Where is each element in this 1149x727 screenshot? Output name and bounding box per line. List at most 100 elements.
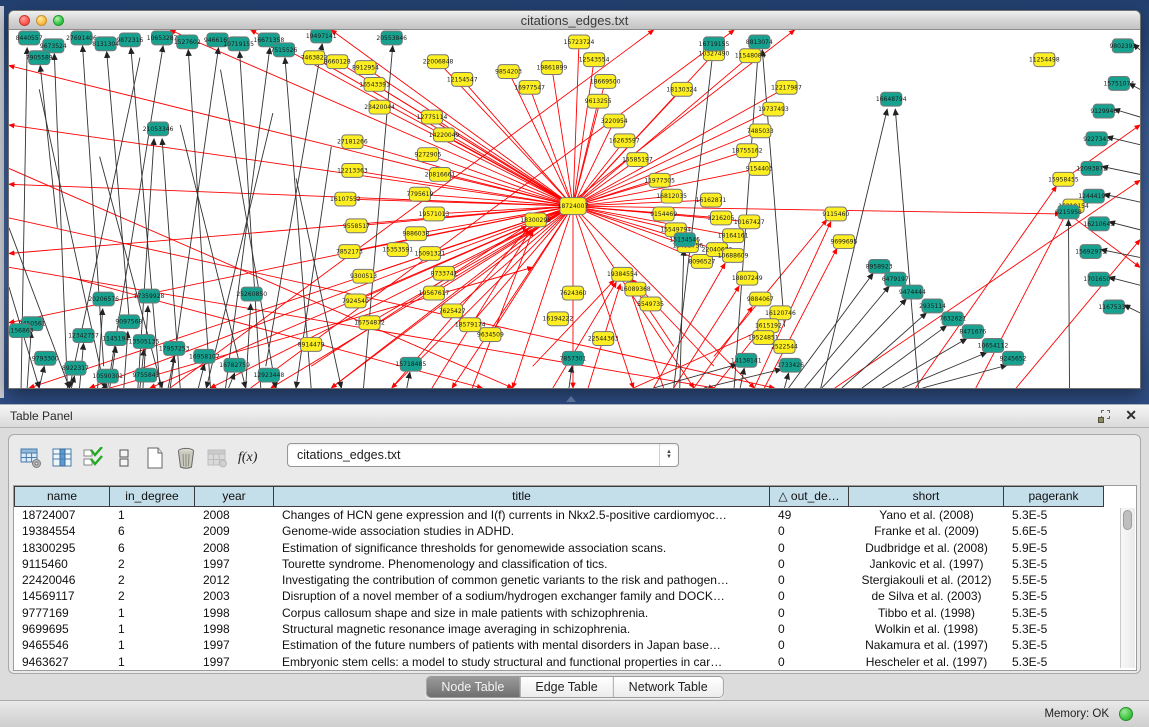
graph-node[interactable]: 9872316 [116,33,143,47]
graph-node[interactable]: 11254498 [1029,53,1060,67]
graph-node[interactable]: 12923448 [254,368,285,382]
new-document-icon[interactable] [143,446,167,470]
tab-network-table[interactable]: Network Table [613,677,723,697]
edit-column-icon[interactable] [50,446,74,470]
graph-node[interactable]: 20816661 [425,167,456,181]
graph-node[interactable]: 7857301 [560,351,587,365]
graph-node[interactable]: 16089368 [620,282,651,296]
graph-node[interactable]: 13505135 [129,335,160,349]
graph-node[interactable]: 6479197 [882,272,909,286]
tab-edge-table[interactable]: Edge Table [519,677,612,697]
graph-node[interactable]: 8215958 [1055,205,1082,219]
graph-node[interactable]: 9884067 [747,292,774,306]
close-panel-icon[interactable]: ✕ [1125,407,1137,424]
graph-node[interactable]: 1527602 [174,35,201,49]
graph-node[interactable]: 9245652 [1000,351,1027,365]
graph-node[interactable]: 12093872 [1076,162,1107,176]
graph-node[interactable]: 10167427 [734,215,765,229]
column-header-year[interactable]: year [195,486,274,507]
graph-node[interactable]: 9154403 [746,162,773,176]
float-panel-icon[interactable] [1098,410,1111,423]
graph-node[interactable]: 8922317 [62,361,89,375]
graph-node[interactable]: 12342757 [68,329,99,343]
graph-node[interactable]: 9854203 [495,65,522,79]
graph-node[interactable]: 25260850 [236,287,267,301]
graph-node[interactable]: 9558517 [343,219,370,233]
graph-node[interactable]: 15134545 [669,233,700,247]
graph-node[interactable]: 9699695 [830,235,857,249]
column-header-pagerank[interactable]: pagerank [1004,486,1104,507]
graph-node[interactable]: 16263597 [609,134,640,148]
graph-node[interactable]: 18669500 [590,75,621,89]
graph-node[interactable]: 16977547 [514,80,545,94]
graph-node[interactable]: 14220049 [429,128,460,142]
graph-node[interactable]: 7625427 [439,304,466,318]
graph-node[interactable]: 7632621 [939,312,966,326]
graph-node[interactable]: 8660128 [324,55,351,69]
table-settings-icon[interactable] [19,446,43,470]
graph-node[interactable]: 8912954 [352,61,379,75]
graph-node[interactable]: 15585197 [622,153,653,167]
table-selector-dropdown[interactable]: citations_edges.txt ▲▼ [287,443,679,467]
row-mode-icon[interactable] [112,446,136,470]
graph-node[interactable]: 7905589 [26,51,53,65]
graph-node[interactable]: 15353591 [382,243,413,257]
table-row[interactable]: 1456911722003Disruption of a novel membe… [14,588,1136,604]
graph-node[interactable]: 9613255 [585,94,612,108]
graph-node[interactable]: 27181266 [337,135,368,149]
graph-node[interactable]: 19384554 [607,267,638,281]
graph-node[interactable]: 16543391 [359,77,390,91]
graph-node[interactable]: 10590301 [92,369,123,383]
graph-node[interactable]: 3220954 [601,114,628,128]
graph-node[interactable]: 16194222 [543,312,574,326]
graph-node[interactable]: 7924540 [342,294,369,308]
graph-node[interactable]: 7624360 [560,286,587,300]
function-builder-icon[interactable]: f(x) [236,450,259,466]
graph-node[interactable]: 1145194 [102,332,129,346]
graph-node[interactable]: 9802393 [1109,39,1136,53]
graph-node[interactable]: 2522544 [771,340,798,354]
delete-trash-icon[interactable] [174,446,198,470]
graph-node[interactable]: 12217987 [771,80,802,94]
graph-node[interactable]: 9272905 [415,148,442,162]
graph-node[interactable]: 1733426 [777,358,804,372]
graph-node[interactable]: 11675334 [1098,300,1129,314]
table-row[interactable]: 946362711997Embryonic stem cells: a mode… [14,654,1136,670]
network-window[interactable]: citations_edges.txt 18724007746382286601… [8,10,1141,389]
graph-node[interactable]: 8813074 [746,35,773,49]
graph-node[interactable]: 7485033 [747,124,774,138]
graph-node[interactable]: 9793300 [32,351,59,365]
graph-node[interactable]: 17359928 [134,289,165,303]
graph-node[interactable]: 8914479 [298,338,325,352]
network-canvas[interactable]: 1872400774638228660128891295416543391234… [9,30,1140,388]
graph-node[interactable]: 3216205 [708,211,735,225]
table-row[interactable]: 911546021997Tourette syndrome. Phenomeno… [14,556,1136,572]
table-row[interactable]: 2242004622012Investigating the contribut… [14,572,1136,588]
splitter-handle[interactable] [566,396,576,402]
graph-node[interactable]: 19567617 [419,286,450,300]
tab-node-table[interactable]: Node Table [426,677,519,697]
graph-node[interactable]: 16107552 [330,192,361,206]
graph-node[interactable]: 21053346 [143,122,174,136]
graph-node[interactable]: 9474444 [899,285,926,299]
graph-node[interactable]: 19497141 [306,30,337,43]
graph-node[interactable]: 8131304 [92,37,119,51]
graph-node[interactable]: 22006848 [423,55,454,69]
graph-node[interactable]: 8440557 [16,31,43,45]
graph-node[interactable]: 12213363 [337,164,368,178]
graph-node[interactable]: 16648794 [876,92,907,106]
graph-node[interactable]: 9227343 [1083,132,1110,146]
graph-node[interactable]: 5549735 [637,297,664,311]
graph-node[interactable]: 12444194 [1078,189,1109,203]
network-window-titlebar[interactable]: citations_edges.txt [9,11,1140,30]
table-row[interactable]: 1872400712008Changes of HCN gene express… [14,507,1136,523]
table-row[interactable]: 977716911998Corpus callosum shape and si… [14,605,1136,621]
graph-node[interactable]: 18164161 [718,229,749,243]
graph-node[interactable]: 17957253 [159,342,190,356]
graph-node[interactable]: 15751074 [1104,76,1135,90]
graph-node[interactable]: 14138141 [731,353,762,367]
graph-node[interactable]: 9115460 [822,207,849,221]
graph-node[interactable]: 9154469 [650,207,677,221]
graph-node[interactable]: 8471676 [959,325,986,339]
graph-node[interactable]: 16782759 [219,358,250,372]
